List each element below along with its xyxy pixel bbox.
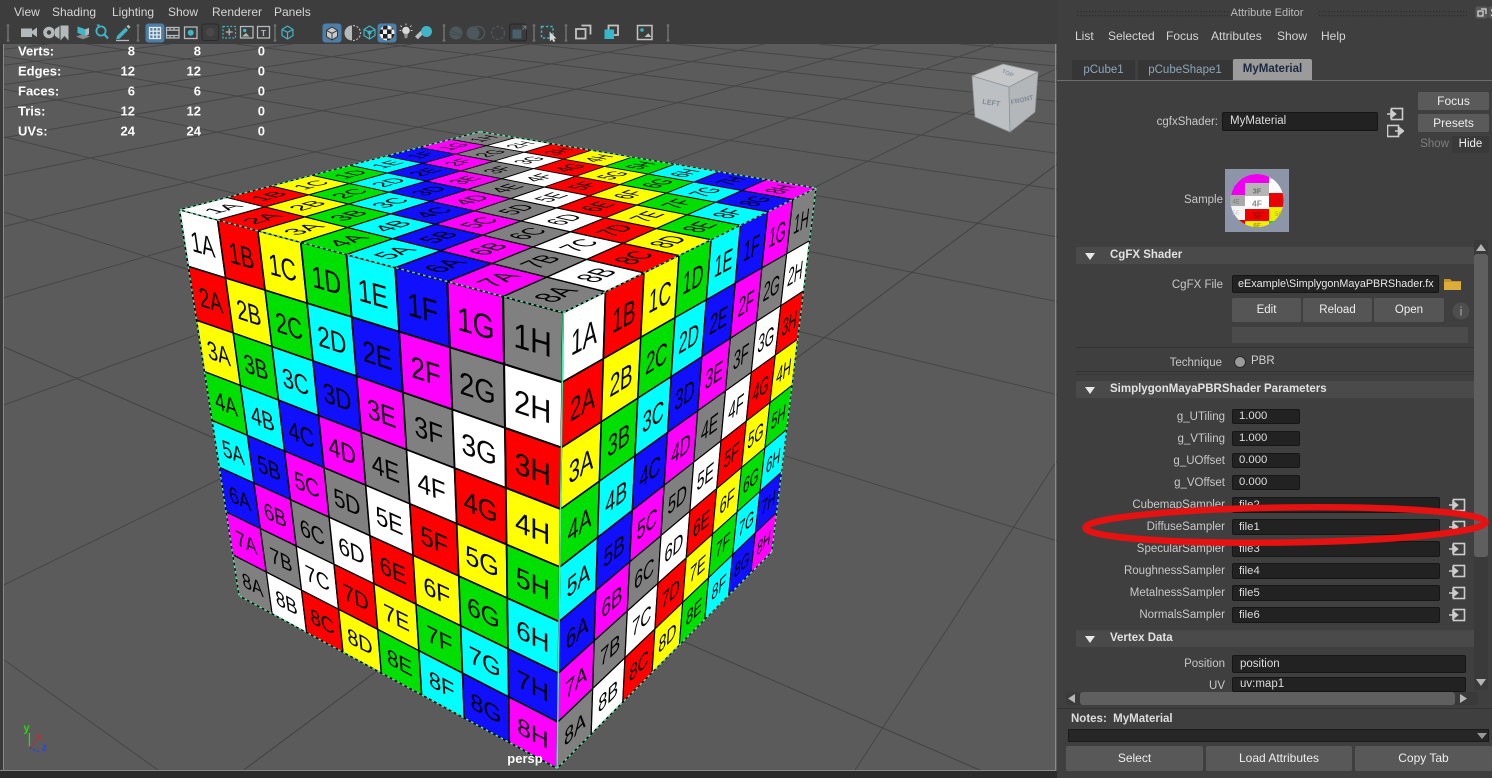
svg-text:24: 24 <box>187 124 202 139</box>
svg-text:Edges:: Edges: <box>18 64 61 79</box>
svg-text:3F: 3F <box>1253 187 1262 196</box>
svg-text:6F: 6F <box>1253 223 1261 230</box>
svg-text:5G: 5G <box>1275 212 1283 218</box>
svg-text:6: 6 <box>128 84 135 99</box>
svg-text:Tris:: Tris: <box>18 104 45 119</box>
svg-text:UVs:: UVs: <box>18 124 48 139</box>
svg-text:0: 0 <box>258 44 265 59</box>
svg-text:persp: persp <box>507 751 542 766</box>
svg-text:4G: 4G <box>1275 199 1283 205</box>
svg-text:i: i <box>1459 305 1462 319</box>
svg-text:12: 12 <box>121 64 135 79</box>
svg-text:12: 12 <box>121 104 135 119</box>
svg-text:0: 0 <box>258 84 265 99</box>
svg-text:12: 12 <box>187 64 201 79</box>
svg-text:8: 8 <box>194 44 201 59</box>
svg-text:5E: 5E <box>1232 211 1239 217</box>
svg-text:Verts:: Verts: <box>18 44 54 59</box>
svg-text:4F: 4F <box>1252 199 1262 209</box>
svg-text:y: y <box>23 723 30 735</box>
svg-text:x: x <box>36 732 42 743</box>
svg-text:0: 0 <box>258 104 265 119</box>
svg-text:Faces:: Faces: <box>18 84 59 99</box>
svg-text:4E: 4E <box>1232 200 1239 206</box>
svg-text:6: 6 <box>194 84 201 99</box>
svg-text:0: 0 <box>258 64 265 79</box>
svg-text:5F: 5F <box>1252 212 1261 221</box>
svg-text:0: 0 <box>258 124 265 139</box>
svg-text:8: 8 <box>128 44 135 59</box>
svg-text:12: 12 <box>187 104 201 119</box>
svg-text:z: z <box>42 743 47 754</box>
svg-text:24: 24 <box>121 124 136 139</box>
